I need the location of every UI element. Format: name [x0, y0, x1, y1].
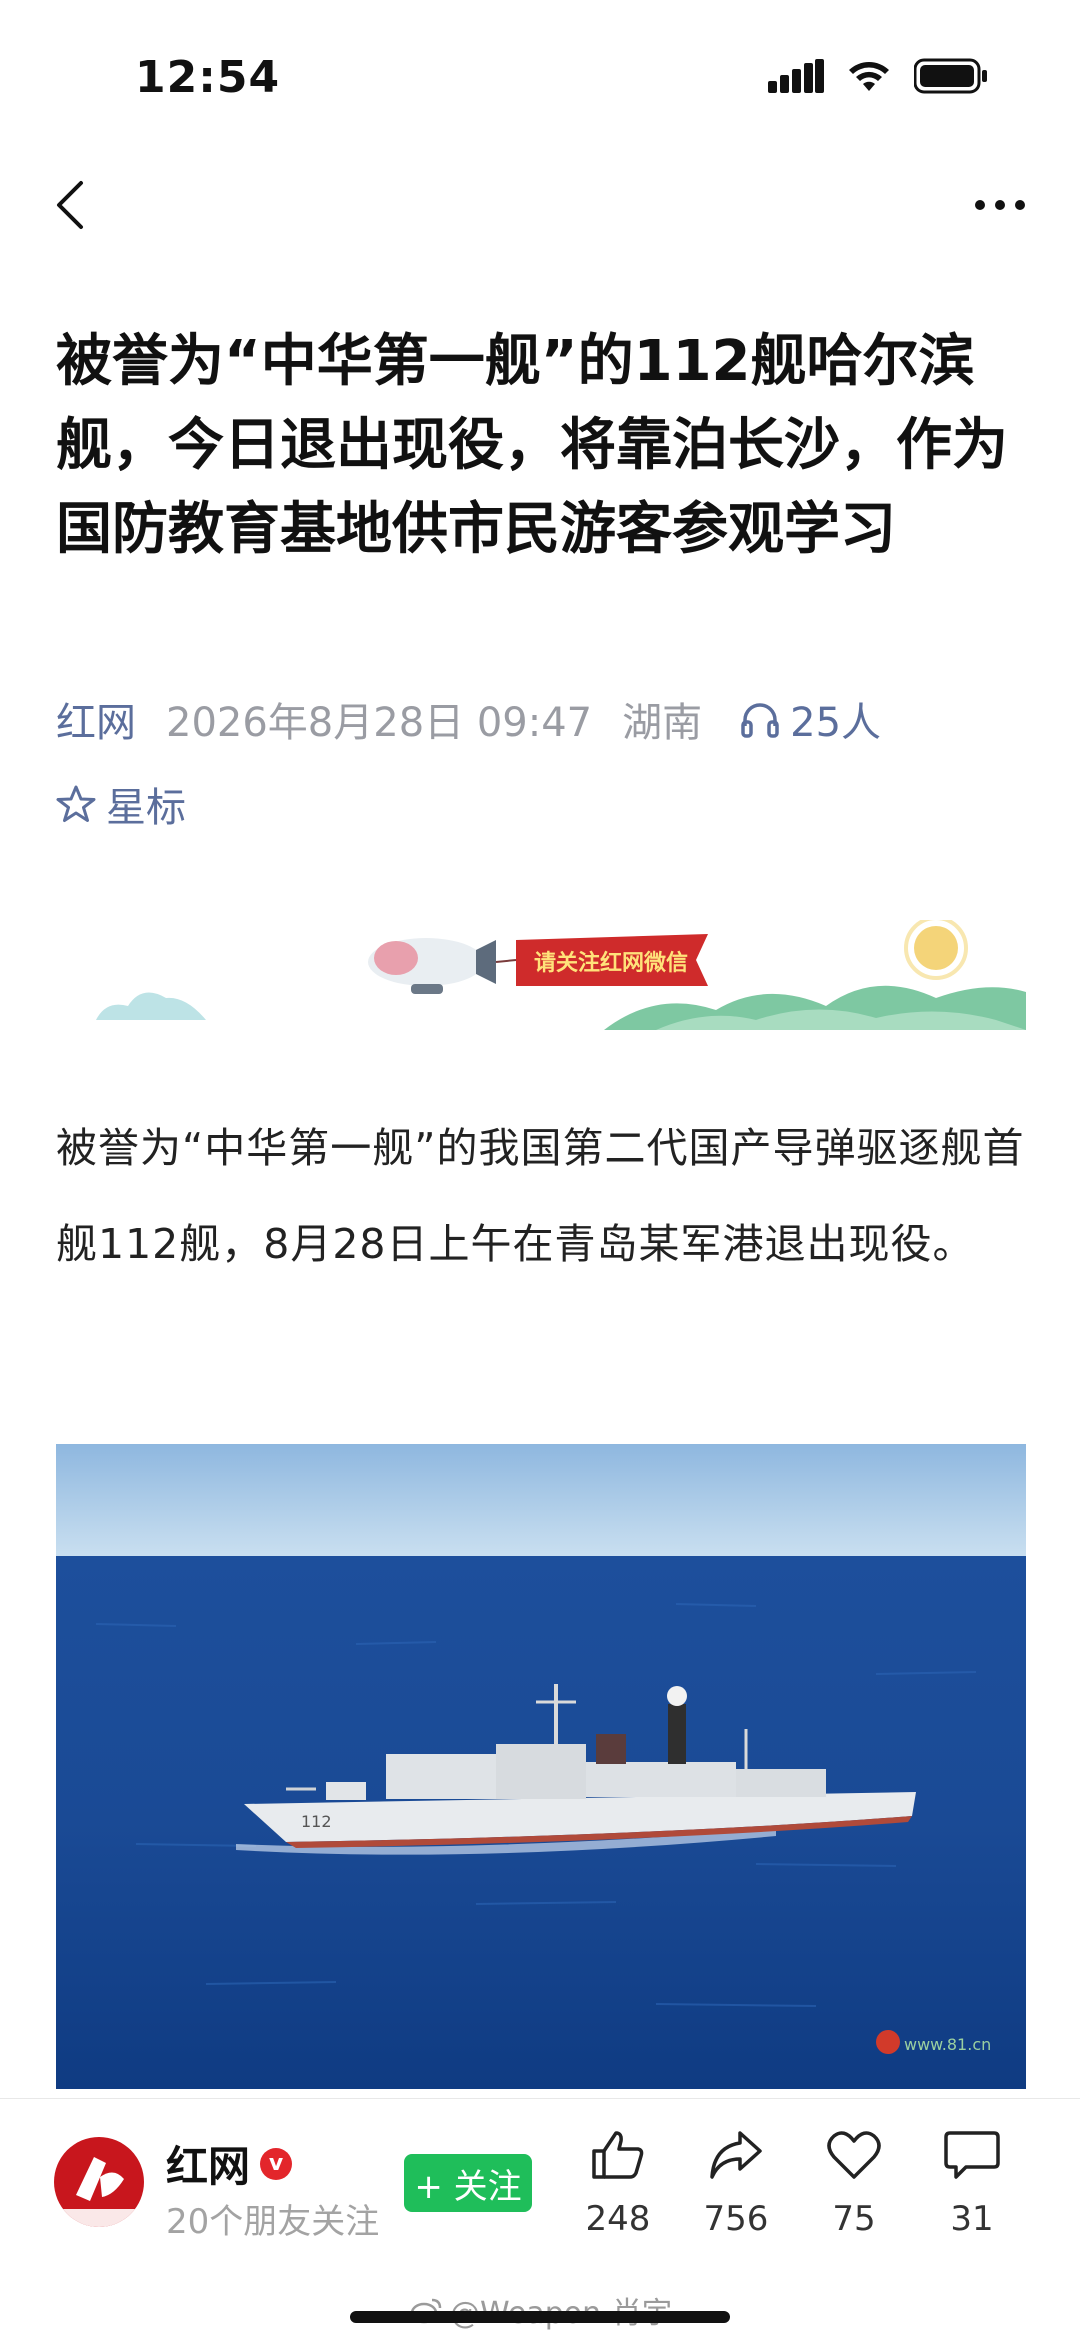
- wifi-icon: [849, 62, 889, 91]
- star-icon: [56, 785, 96, 822]
- wechat-follow-banner[interactable]: 请关注红网微信: [56, 916, 1026, 1030]
- weibo-watermark: @Weapon-肖宇: [410, 2288, 672, 2332]
- share-count: 756: [703, 2199, 769, 2239]
- publish-date: 2026年8月28日 09:47: [166, 700, 593, 746]
- article-meta: 红网 2026年8月28日 09:47 湖南 25人: [56, 690, 881, 748]
- author-avatar[interactable]: [54, 2137, 144, 2227]
- watermark-text: @Weapon-肖宇: [450, 2288, 672, 2332]
- heart-icon: [827, 2131, 881, 2179]
- comment-bubble-icon: [944, 2131, 1000, 2179]
- region-label: 湖南: [622, 700, 703, 746]
- back-button[interactable]: [40, 175, 100, 235]
- status-time: 12:54: [135, 52, 281, 103]
- like-count: 248: [585, 2199, 651, 2239]
- status-icons: [768, 58, 988, 94]
- listener-count: 25人: [790, 700, 882, 746]
- banner-illustration: 请关注红网微信: [96, 916, 1026, 1030]
- chevron-left-icon: [57, 181, 83, 229]
- thumbs-up-icon: [592, 2131, 644, 2179]
- article-photo[interactable]: 112 www.81.cn: [56, 1444, 1026, 2089]
- verified-badge: v: [260, 2147, 293, 2180]
- star-label: 星标: [106, 785, 186, 831]
- signal-icon: [768, 59, 824, 93]
- status-bar: 12:54: [0, 0, 1080, 150]
- source-link[interactable]: 红网: [56, 690, 136, 748]
- article-title: 被誉为“中华第一舰”的112舰哈尔滨舰，今日退出现役，将靠泊长沙，作为国防教育基…: [56, 329, 1008, 562]
- banner-text: 请关注红网微信: [534, 950, 688, 976]
- hull-number: 112: [301, 1812, 332, 1831]
- author-name-row[interactable]: 红网 v: [166, 2133, 293, 2194]
- favorite-count: 75: [832, 2199, 876, 2239]
- listen-button[interactable]: 25人: [740, 690, 881, 748]
- warship-photo: 112 www.81.cn: [56, 1444, 1026, 2089]
- home-indicator[interactable]: [350, 2311, 730, 2323]
- friends-following: 20个朋友关注: [166, 2202, 380, 2242]
- favorite-button[interactable]: 75: [799, 2129, 909, 2239]
- author-name[interactable]: 红网: [166, 2133, 250, 2194]
- share-button[interactable]: 756: [681, 2129, 791, 2239]
- comment-button[interactable]: 31: [917, 2129, 1027, 2239]
- comment-count: 31: [950, 2199, 994, 2239]
- share-arrow-icon: [710, 2131, 762, 2179]
- hongwang-logo-icon: [54, 2157, 144, 2227]
- follow-button[interactable]: + 关注: [404, 2154, 532, 2212]
- star-button[interactable]: 星标: [56, 775, 186, 833]
- more-dots-icon: [975, 200, 1025, 210]
- like-button[interactable]: 248: [563, 2129, 673, 2239]
- nav-bar: [0, 165, 1080, 255]
- article-body: 被誉为“中华第一舰”的我国第二代国产导弹驱逐舰首舰112舰，8月28日上午在青岛…: [56, 1124, 1025, 1268]
- headphones-icon: [741, 703, 779, 738]
- more-button[interactable]: [960, 175, 1040, 235]
- battery-icon: [914, 58, 987, 94]
- photo-watermark: www.81.cn: [904, 2035, 991, 2054]
